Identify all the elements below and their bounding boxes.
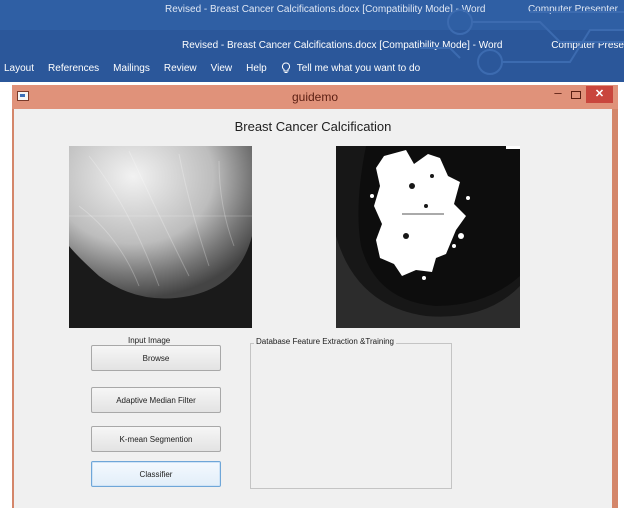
window-client: Breast Cancer Calcification Input Image … xyxy=(14,109,612,508)
mammogram-image xyxy=(69,146,252,328)
input-image-caption: Input Image xyxy=(128,336,171,345)
menu-view[interactable]: View xyxy=(211,63,233,74)
menu-references[interactable]: References xyxy=(48,63,99,74)
segmented-image-axes xyxy=(336,146,520,328)
page-title: Breast Cancer Calcification xyxy=(234,119,392,134)
input-image-axes xyxy=(69,146,252,328)
classifier-button[interactable]: Classifier xyxy=(91,461,221,487)
menu-help[interactable]: Help xyxy=(246,63,267,74)
segmented-image xyxy=(336,146,520,328)
menu-review[interactable]: Review xyxy=(164,63,197,74)
feature-extraction-panel-title: Database Feature Extraction &Training xyxy=(254,337,396,346)
maximize-icon[interactable] xyxy=(568,88,582,102)
menu-bar: Layout References Mailings Review View H… xyxy=(0,58,420,78)
close-icon[interactable]: ✕ xyxy=(586,86,613,103)
window-title: guidemo xyxy=(291,90,339,104)
tell-me-text: Tell me what you want to do xyxy=(296,62,421,74)
lightbulb-icon xyxy=(281,62,290,73)
guidemo-window: guidemo – ✕ Breast Cancer Calcification xyxy=(12,85,618,508)
circuit-decoration xyxy=(420,9,624,75)
tell-me-box[interactable]: Tell me what you want to do xyxy=(281,62,420,74)
menu-mailings[interactable]: Mailings xyxy=(113,63,150,74)
minimize-icon[interactable]: – xyxy=(551,86,565,102)
k-mean-segmentation-button[interactable]: K-mean Segmention xyxy=(91,426,221,452)
feature-extraction-panel xyxy=(250,343,452,489)
menu-layout[interactable]: Layout xyxy=(4,63,34,74)
browse-button[interactable]: Browse xyxy=(91,345,221,371)
word-ribbon: Revised - Breast Cancer Calcifications.d… xyxy=(0,0,624,82)
window-titlebar[interactable]: guidemo – ✕ xyxy=(12,85,618,109)
adaptive-median-filter-button[interactable]: Adaptive Median Filter xyxy=(91,387,221,413)
